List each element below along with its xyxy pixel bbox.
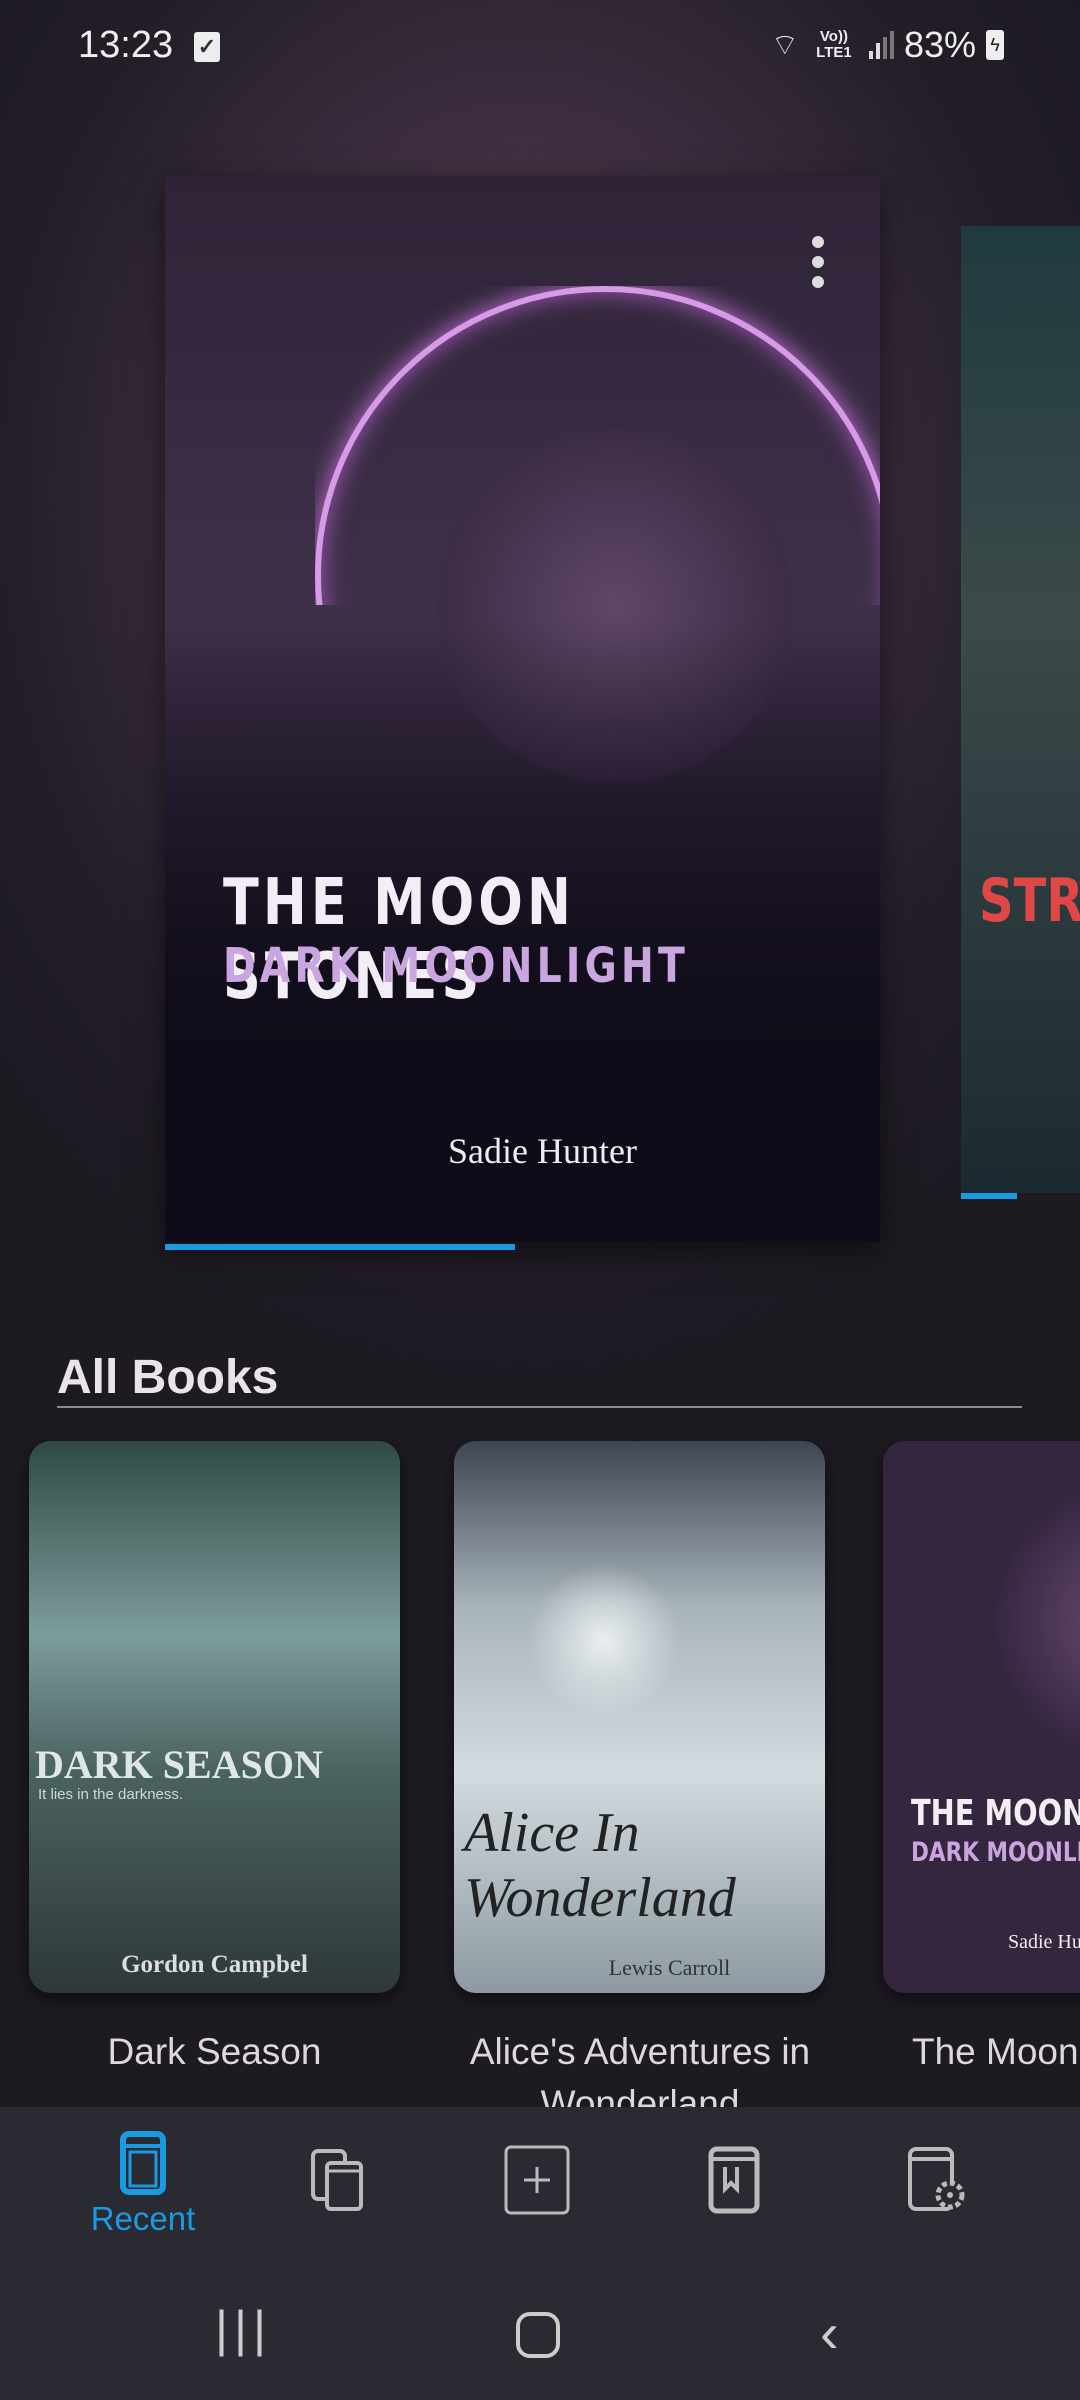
- featured-book-cover[interactable]: THE MOON STONES DARK MOONLIGHT Sadie Hun…: [165, 176, 880, 1242]
- section-title: All Books: [57, 1351, 279, 1404]
- cover-author: Sadie Hunter: [448, 1131, 637, 1171]
- cover-subtitle: DARK MOONLI: [911, 1837, 1080, 1868]
- book-title[interactable]: The Moon: [912, 2026, 1080, 2078]
- cover-title: DARK SEASON: [35, 1742, 323, 1787]
- battery-charging-icon: ϟ: [986, 30, 1004, 60]
- status-time: 13:23: [78, 24, 174, 66]
- book-card-cover[interactable]: Alice In Wonderland Lewis Carroll: [454, 1441, 825, 1993]
- home-button[interactable]: [516, 2312, 560, 2358]
- add-book-icon: [504, 2145, 570, 2215]
- cover-title: STRA: [979, 866, 1080, 936]
- featured-book-cover-next[interactable]: STRA: [961, 226, 1080, 1193]
- cover-title: THE MOON: [911, 1793, 1080, 1834]
- reading-progress-bar: [165, 1244, 516, 1250]
- back-button[interactable]: ‹: [820, 2300, 839, 2365]
- cover-title-line2: Wonderland: [464, 1867, 736, 1929]
- nav-label: Recent: [90, 2200, 196, 2237]
- wifi-icon: ⌔: [770, 29, 799, 62]
- cover-tagline: It lies in the darkness.: [38, 1786, 184, 1803]
- signal-icon: [868, 31, 894, 59]
- cover-subtitle: DARK MOONLIGHT: [223, 938, 689, 994]
- nav-bookmarks[interactable]: [674, 2145, 794, 2265]
- nav-recent[interactable]: Recent: [83, 2128, 203, 2248]
- divider: [57, 1406, 1022, 1408]
- reading-progress-bar: [961, 1193, 1018, 1199]
- nav-add-book[interactable]: [477, 2145, 597, 2265]
- cover-author: Lewis Carroll: [608, 1955, 731, 1980]
- battery-percent: 83%: [903, 24, 976, 65]
- book-card-cover[interactable]: DARK SEASON It lies in the darkness. Gor…: [29, 1441, 400, 1993]
- cover-title-line1: Alice In: [464, 1802, 640, 1864]
- cover-author: Gordon Campbel: [121, 1951, 308, 1978]
- nav-collections[interactable]: [280, 2145, 400, 2265]
- bookmark-book-icon: [708, 2146, 760, 2214]
- status-bar: 13:23 ✓ ⌔ Vo)) LTE1 83% ϟ: [0, 0, 1080, 90]
- book-icon: [120, 2131, 166, 2195]
- task-check-icon: ✓: [194, 32, 220, 62]
- nav-settings[interactable]: [875, 2145, 995, 2265]
- book-settings-icon: [908, 2147, 965, 2211]
- recent-apps-button[interactable]: |||: [215, 2300, 272, 2358]
- network-label: Vo)) LTE1: [816, 28, 852, 61]
- cover-author: Sadie Hu: [1008, 1931, 1080, 1953]
- book-card-cover[interactable]: THE MOON DARK MOONLI Sadie Hu: [883, 1441, 1080, 1993]
- books-stack-icon: [311, 2149, 363, 2211]
- more-options-icon[interactable]: [812, 236, 826, 288]
- book-title[interactable]: Dark Season: [29, 2026, 400, 2078]
